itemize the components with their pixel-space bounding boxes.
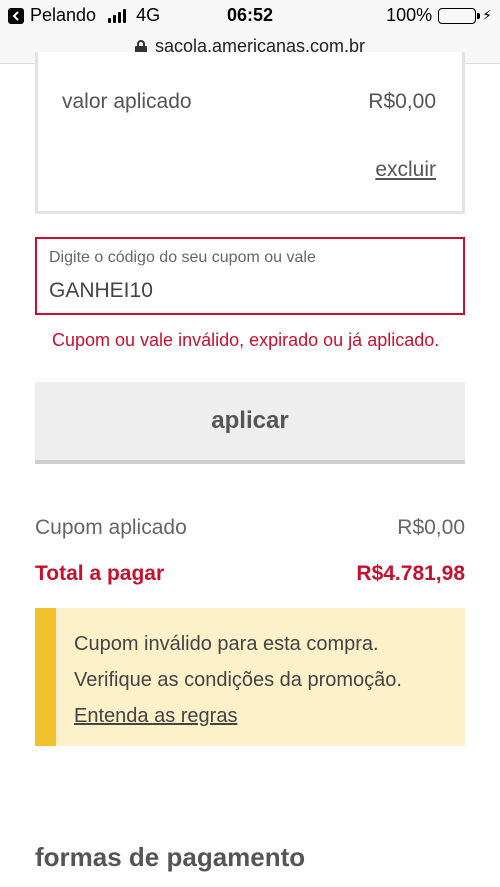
- invalid-coupon-notice: Cupom inválido para esta compra. Verifiq…: [35, 608, 465, 746]
- status-bar: Pelando 4G 06:52 100% ⚡: [0, 0, 500, 30]
- total-row: Total a pagar R$4.781,98: [35, 562, 465, 586]
- coupon-code-input[interactable]: Digite o código do seu cupom ou vale GAN…: [35, 237, 465, 315]
- coupon-summary-label: Cupom aplicado: [35, 516, 187, 539]
- coupon-summary-row: Cupom aplicado R$0,00: [35, 516, 465, 540]
- apply-coupon-button[interactable]: aplicar: [35, 382, 465, 464]
- charging-icon: ⚡: [482, 7, 492, 23]
- coupon-input-value[interactable]: GANHEI10: [49, 279, 153, 303]
- coupon-summary-value: R$0,00: [397, 516, 465, 539]
- coupon-input-label: Digite o código do seu cupom ou vale: [49, 249, 316, 266]
- rules-link[interactable]: Entenda as regras: [74, 698, 402, 734]
- status-right: 100% ⚡: [386, 5, 492, 26]
- notice-accent-bar: [35, 608, 56, 746]
- applied-coupon-card: valor aplicado R$0,00 excluir: [35, 52, 465, 214]
- valor-aplicado-label: valor aplicado: [62, 90, 192, 113]
- total-value: R$4.781,98: [356, 562, 465, 585]
- notice-line-2: Verifique as condições da promoção.: [74, 669, 402, 691]
- battery-percent: 100%: [386, 5, 433, 25]
- battery-icon: [438, 7, 481, 24]
- notice-text: Cupom inválido para esta compra. Verifiq…: [74, 626, 402, 734]
- total-label: Total a pagar: [35, 562, 165, 585]
- remove-coupon-link[interactable]: excluir: [375, 158, 436, 182]
- payment-methods-title: formas de pagamento: [35, 842, 306, 872]
- valor-aplicado-value: R$0,00: [368, 90, 436, 113]
- notice-line-1: Cupom inválido para esta compra.: [74, 633, 379, 655]
- coupon-error-message: Cupom ou vale inválido, expirado ou já a…: [52, 330, 440, 350]
